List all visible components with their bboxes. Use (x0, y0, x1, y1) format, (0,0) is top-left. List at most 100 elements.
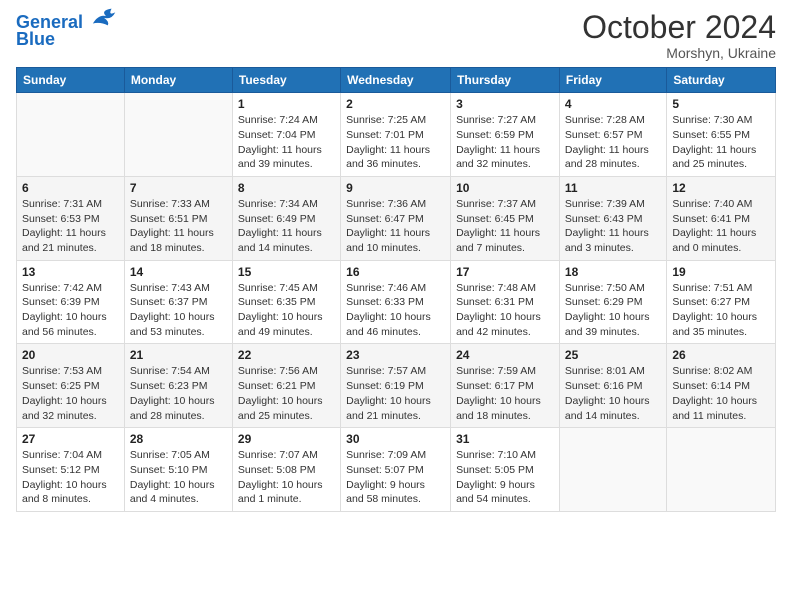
col-thursday: Thursday (451, 68, 560, 93)
calendar-header-row: Sunday Monday Tuesday Wednesday Thursday… (17, 68, 776, 93)
col-tuesday: Tuesday (232, 68, 340, 93)
table-row: 8 Sunrise: 7:34 AMSunset: 6:49 PMDaylight… (232, 176, 340, 260)
day-info: Sunrise: 7:25 AMSunset: 7:01 PMDaylight:… (346, 113, 445, 172)
logo-bird-icon (91, 6, 119, 28)
day-number: 8 (238, 181, 335, 195)
day-info: Sunrise: 7:50 AMSunset: 6:29 PMDaylight:… (565, 281, 661, 340)
day-info: Sunrise: 7:05 AMSunset: 5:10 PMDaylight:… (130, 448, 227, 507)
table-row: 17Sunrise: 7:48 AMSunset: 6:31 PMDayligh… (451, 260, 560, 344)
page: General Blue October 2024 Morshyn, Ukrai… (0, 0, 792, 612)
day-info: Sunrise: 7:10 AMSunset: 5:05 PMDaylight:… (456, 448, 554, 507)
table-row: 30 Sunrise: 7:09 AMSunset: 5:07 PMDayligh… (341, 428, 451, 512)
day-info: Sunrise: 7:53 AMSunset: 6:25 PMDaylight:… (22, 364, 119, 423)
table-row: 28 Sunrise: 7:05 AMSunset: 5:10 PMDayligh… (124, 428, 232, 512)
day-info: Sunrise: 7:42 AMSunset: 6:39 PMDaylight:… (22, 281, 119, 340)
main-title: October 2024 (582, 10, 776, 45)
day-info: Sunrise: 7:51 AMSunset: 6:27 PMDaylight:… (672, 281, 770, 340)
calendar-week-row: 27 Sunrise: 7:04 AMSunset: 5:12 PMDayligh… (17, 428, 776, 512)
table-row: 16 Sunrise: 7:46 AMSunset: 6:33 PMDayligh… (341, 260, 451, 344)
col-monday: Monday (124, 68, 232, 93)
day-info: Sunrise: 7:59 AMSunset: 6:17 PMDaylight:… (456, 364, 554, 423)
day-number: 7 (130, 181, 227, 195)
table-row: 29Sunrise: 7:07 AMSunset: 5:08 PMDayligh… (232, 428, 340, 512)
col-wednesday: Wednesday (341, 68, 451, 93)
table-row (667, 428, 776, 512)
day-number: 26 (672, 348, 770, 362)
day-number: 13 (22, 265, 119, 279)
day-info: Sunrise: 7:30 AMSunset: 6:55 PMDaylight:… (672, 113, 770, 172)
day-number: 30 (346, 432, 445, 446)
day-info: Sunrise: 7:04 AMSunset: 5:12 PMDaylight:… (22, 448, 119, 507)
col-friday: Friday (559, 68, 666, 93)
table-row: 3 Sunrise: 7:27 AMSunset: 6:59 PMDaylight… (451, 93, 560, 177)
day-number: 3 (456, 97, 554, 111)
table-row: 9Sunrise: 7:36 AMSunset: 6:47 PMDaylight… (341, 176, 451, 260)
day-info: Sunrise: 7:57 AMSunset: 6:19 PMDaylight:… (346, 364, 445, 423)
day-number: 4 (565, 97, 661, 111)
table-row: 19 Sunrise: 7:51 AMSunset: 6:27 PMDayligh… (667, 260, 776, 344)
table-row: 27 Sunrise: 7:04 AMSunset: 5:12 PMDayligh… (17, 428, 125, 512)
table-row (17, 93, 125, 177)
day-info: Sunrise: 7:40 AMSunset: 6:41 PMDaylight:… (672, 197, 770, 256)
table-row: 4Sunrise: 7:28 AMSunset: 6:57 PMDaylight… (559, 93, 666, 177)
day-number: 10 (456, 181, 554, 195)
table-row: 10 Sunrise: 7:37 AMSunset: 6:45 PMDayligh… (451, 176, 560, 260)
day-info: Sunrise: 7:24 AMSunset: 7:04 PMDaylight:… (238, 113, 335, 172)
day-number: 1 (238, 97, 335, 111)
day-number: 9 (346, 181, 445, 195)
day-number: 24 (456, 348, 554, 362)
day-info: Sunrise: 7:09 AMSunset: 5:07 PMDaylight:… (346, 448, 445, 507)
day-info: Sunrise: 7:48 AMSunset: 6:31 PMDaylight:… (456, 281, 554, 340)
day-info: Sunrise: 8:01 AMSunset: 6:16 PMDaylight:… (565, 364, 661, 423)
logo: General Blue (16, 10, 119, 50)
day-info: Sunrise: 7:27 AMSunset: 6:59 PMDaylight:… (456, 113, 554, 172)
table-row: 1 Sunrise: 7:24 AMSunset: 7:04 PMDaylight… (232, 93, 340, 177)
table-row: 12 Sunrise: 7:40 AMSunset: 6:41 PMDayligh… (667, 176, 776, 260)
table-row: 25Sunrise: 8:01 AMSunset: 6:16 PMDayligh… (559, 344, 666, 428)
day-number: 5 (672, 97, 770, 111)
table-row: 2Sunrise: 7:25 AMSunset: 7:01 PMDaylight… (341, 93, 451, 177)
table-row: 14 Sunrise: 7:43 AMSunset: 6:37 PMDayligh… (124, 260, 232, 344)
title-block: October 2024 Morshyn, Ukraine (582, 10, 776, 61)
header: General Blue October 2024 Morshyn, Ukrai… (16, 10, 776, 61)
day-number: 23 (346, 348, 445, 362)
table-row: 18Sunrise: 7:50 AMSunset: 6:29 PMDayligh… (559, 260, 666, 344)
day-info: Sunrise: 7:56 AMSunset: 6:21 PMDaylight:… (238, 364, 335, 423)
day-number: 28 (130, 432, 227, 446)
day-number: 14 (130, 265, 227, 279)
day-info: Sunrise: 7:45 AMSunset: 6:35 PMDaylight:… (238, 281, 335, 340)
day-number: 6 (22, 181, 119, 195)
calendar-week-row: 6 Sunrise: 7:31 AMSunset: 6:53 PMDaylight… (17, 176, 776, 260)
day-number: 16 (346, 265, 445, 279)
table-row: 26Sunrise: 8:02 AMSunset: 6:14 PMDayligh… (667, 344, 776, 428)
day-info: Sunrise: 7:31 AMSunset: 6:53 PMDaylight:… (22, 197, 119, 256)
table-row: 23 Sunrise: 7:57 AMSunset: 6:19 PMDayligh… (341, 344, 451, 428)
day-number: 27 (22, 432, 119, 446)
table-row: 24 Sunrise: 7:59 AMSunset: 6:17 PMDayligh… (451, 344, 560, 428)
day-number: 21 (130, 348, 227, 362)
table-row: 6 Sunrise: 7:31 AMSunset: 6:53 PMDaylight… (17, 176, 125, 260)
table-row: 5 Sunrise: 7:30 AMSunset: 6:55 PMDaylight… (667, 93, 776, 177)
day-number: 29 (238, 432, 335, 446)
day-info: Sunrise: 7:34 AMSunset: 6:49 PMDaylight:… (238, 197, 335, 256)
table-row: 20 Sunrise: 7:53 AMSunset: 6:25 PMDayligh… (17, 344, 125, 428)
day-number: 11 (565, 181, 661, 195)
day-number: 19 (672, 265, 770, 279)
table-row: 22Sunrise: 7:56 AMSunset: 6:21 PMDayligh… (232, 344, 340, 428)
day-number: 15 (238, 265, 335, 279)
day-number: 12 (672, 181, 770, 195)
day-number: 31 (456, 432, 554, 446)
day-number: 20 (22, 348, 119, 362)
table-row: 7Sunrise: 7:33 AMSunset: 6:51 PMDaylight… (124, 176, 232, 260)
day-info: Sunrise: 7:46 AMSunset: 6:33 PMDaylight:… (346, 281, 445, 340)
day-info: Sunrise: 7:54 AMSunset: 6:23 PMDaylight:… (130, 364, 227, 423)
day-info: Sunrise: 7:39 AMSunset: 6:43 PMDaylight:… (565, 197, 661, 256)
table-row (124, 93, 232, 177)
table-row: 15 Sunrise: 7:45 AMSunset: 6:35 PMDayligh… (232, 260, 340, 344)
subtitle: Morshyn, Ukraine (582, 45, 776, 61)
day-info: Sunrise: 7:37 AMSunset: 6:45 PMDaylight:… (456, 197, 554, 256)
calendar-week-row: 20 Sunrise: 7:53 AMSunset: 6:25 PMDayligh… (17, 344, 776, 428)
day-info: Sunrise: 7:43 AMSunset: 6:37 PMDaylight:… (130, 281, 227, 340)
calendar-week-row: 1 Sunrise: 7:24 AMSunset: 7:04 PMDaylight… (17, 93, 776, 177)
col-sunday: Sunday (17, 68, 125, 93)
